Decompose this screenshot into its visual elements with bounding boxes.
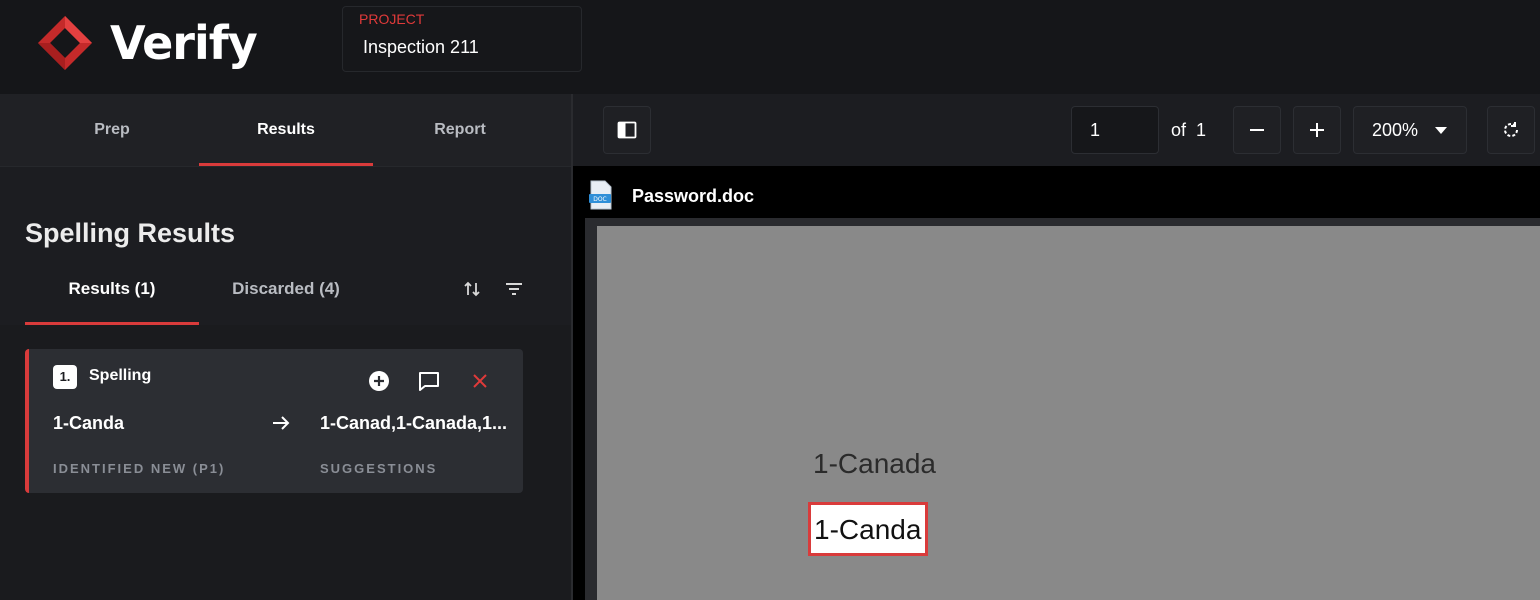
add-icon[interactable]: [365, 367, 393, 395]
tab-results[interactable]: Results: [199, 94, 373, 166]
tabs-divider: [0, 166, 571, 167]
doc-file-icon: DOC: [589, 180, 612, 210]
rotate-button[interactable]: [1487, 106, 1535, 154]
sort-icon[interactable]: [458, 275, 486, 303]
comment-icon[interactable]: [415, 367, 443, 395]
zoom-value: 200%: [1371, 119, 1419, 140]
zoom-out-button[interactable]: [1233, 106, 1281, 154]
page-number-input[interactable]: 1: [1071, 106, 1159, 154]
discard-close-icon[interactable]: [466, 367, 494, 395]
filter-icon[interactable]: [500, 275, 528, 303]
document-text-line: 1-Canada: [813, 448, 936, 479]
minus-icon: [1250, 129, 1264, 131]
subtab-results[interactable]: Results (1): [25, 259, 199, 325]
results-list: 1. Spelling 1-Canda 1-Canad,1-Canada,1..…: [0, 325, 571, 600]
left-panel: Prep Results Report Spelling Results Res…: [0, 94, 571, 600]
project-name: Inspection 211: [363, 37, 479, 57]
app-name: Verify: [110, 16, 258, 70]
highlighted-text: 1-Canda: [814, 514, 922, 545]
result-subtabs: Results (1) Discarded (4): [0, 259, 571, 325]
zoom-in-button[interactable]: [1293, 106, 1341, 154]
result-type: Spelling: [89, 367, 152, 384]
project-field[interactable]: PROJECT Inspection 211: [342, 6, 582, 72]
tab-report[interactable]: Report: [373, 94, 547, 166]
project-label: PROJECT: [359, 11, 425, 27]
rotate-icon: [1504, 122, 1518, 137]
of-label: of: [1171, 120, 1187, 140]
identified-caption: IDENTIFIED NEW (P1): [53, 461, 226, 476]
result-index-badge: 1.: [53, 365, 77, 389]
page-of-label: of 1: [1171, 120, 1206, 141]
chevron-down-icon: [1435, 127, 1448, 134]
toggle-sidebar-button[interactable]: [603, 106, 651, 154]
highlighted-misspelling[interactable]: 1-Canda: [808, 502, 928, 556]
identified-word: 1-Canda: [53, 413, 125, 433]
main-tabs: Prep Results Report: [0, 94, 571, 166]
top-bar: Verify PROJECT Inspection 211: [0, 0, 1540, 94]
document-frame: 1-Canada 1-Canda: [585, 218, 1540, 600]
suggestions-caption: SUGGESTIONS: [320, 461, 438, 476]
result-card[interactable]: 1. Spelling 1-Canda 1-Canad,1-Canada,1..…: [25, 349, 523, 493]
sidebar-toggle-icon: [617, 121, 637, 139]
document-page: 1-Canada 1-Canda: [597, 226, 1540, 600]
viewer-toolbar: 1 of 1 200%: [573, 94, 1540, 166]
page-total: 1: [1196, 120, 1207, 140]
subtab-discarded[interactable]: Discarded (4): [199, 259, 373, 325]
zoom-select[interactable]: 200%: [1353, 106, 1467, 154]
svg-text:DOC: DOC: [593, 196, 607, 203]
file-name: Password.doc: [632, 186, 755, 206]
arrow-right-icon: [273, 416, 290, 430]
document-viewer: 1 of 1 200% DOC Password.doc 1-Canada 1-…: [571, 94, 1540, 600]
tab-prep[interactable]: Prep: [25, 94, 199, 166]
file-header: DOC Password.doc: [573, 166, 1540, 216]
verify-logo-icon[interactable]: [36, 14, 94, 72]
suggestions-text: 1-Canad,1-Canada,1...: [320, 413, 508, 433]
plus-icon: [1310, 123, 1324, 137]
panel-title: Spelling Results: [25, 218, 236, 248]
